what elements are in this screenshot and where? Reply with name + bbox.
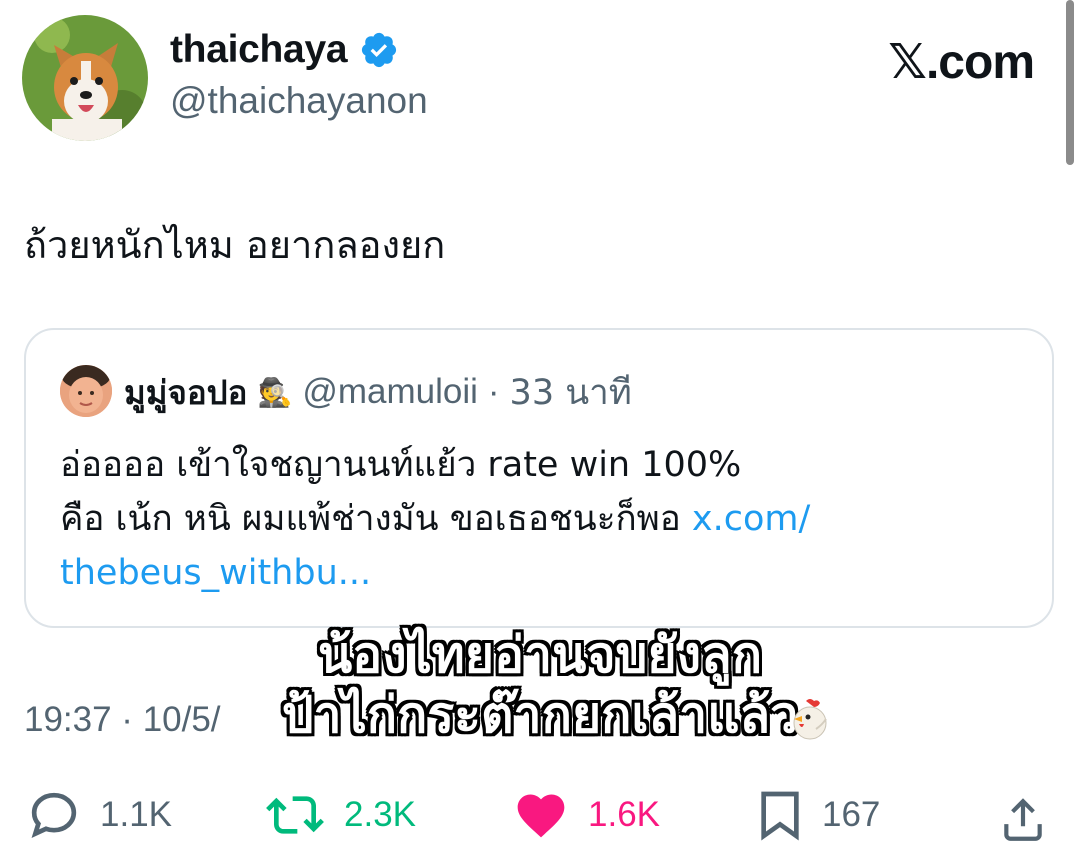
reply-button[interactable]: 1.1K — [26, 785, 172, 845]
share-button[interactable] — [998, 790, 1048, 850]
quoted-tweet-body: อ่ออออ เข้าใจชญานนท์แย้ว rate win 100% ค… — [60, 438, 1020, 600]
quoted-link[interactable]: x.com/ — [692, 499, 810, 539]
chicken-icon — [793, 699, 827, 740]
like-button[interactable]: 1.6K — [512, 785, 660, 845]
corgi-avatar-image — [22, 15, 148, 141]
quoted-author-avatar[interactable] — [60, 365, 112, 417]
author-avatar[interactable] — [22, 15, 148, 141]
quoted-author-row: มูมู่จอปอ 🕵 @mamuloii · 33 นาที — [124, 368, 632, 416]
like-count: 1.6K — [588, 795, 660, 834]
scrollbar[interactable] — [1066, 0, 1074, 165]
author-name-row: thaichaya — [170, 24, 399, 76]
quoted-handle[interactable]: @mamuloii — [302, 372, 478, 412]
quoted-line-2-row: คือ เน้ก หนิ ผมแพ้ช่างมัน ขอเธอชนะก็พอ x… — [60, 492, 1020, 546]
verified-badge-icon — [362, 32, 397, 68]
separator-dot: · — [487, 372, 500, 411]
share-icon — [1004, 798, 1042, 841]
author-handle[interactable]: @thaichayanon — [170, 80, 428, 122]
retweet-icon — [266, 796, 324, 834]
reply-count: 1.1K — [100, 795, 172, 834]
bookmark-button[interactable]: 167 — [756, 785, 880, 845]
x-brand-logo: 𝕏.com — [888, 34, 1035, 90]
author-display-name[interactable]: thaichaya — [170, 28, 348, 72]
face-avatar-image — [60, 365, 112, 417]
caption-line-1: น้องไทยอ่านจบยังลูก — [318, 626, 762, 684]
quoted-display-name[interactable]: มูมู่จอปอ — [124, 366, 247, 419]
quoted-line-1: อ่ออออ เข้าใจชญานนท์แย้ว rate win 100% — [60, 445, 742, 485]
tweet-text: ถ้วยหนักไหม อยากลองยก — [24, 223, 446, 267]
quoted-time: 33 นาที — [509, 372, 632, 413]
brand-text: 𝕏.com — [888, 36, 1035, 89]
retweet-count: 2.3K — [344, 795, 416, 834]
retweet-button[interactable]: 2.3K — [264, 785, 416, 845]
heart-icon — [517, 794, 565, 838]
detective-emoji-icon: 🕵 — [257, 376, 293, 408]
quoted-link-continued[interactable]: thebeus_withbu... — [60, 546, 1020, 600]
reply-icon — [31, 792, 77, 838]
bookmark-count: 167 — [822, 795, 881, 834]
caption-line-2: ป้าไก่กระต๊ากยกเล้าแล้ว — [281, 686, 799, 744]
bookmark-icon — [761, 791, 799, 841]
quoted-line-2: คือ เน้ก หนิ ผมแพ้ช่างมัน ขอเธอชนะก็พอ — [60, 499, 692, 539]
